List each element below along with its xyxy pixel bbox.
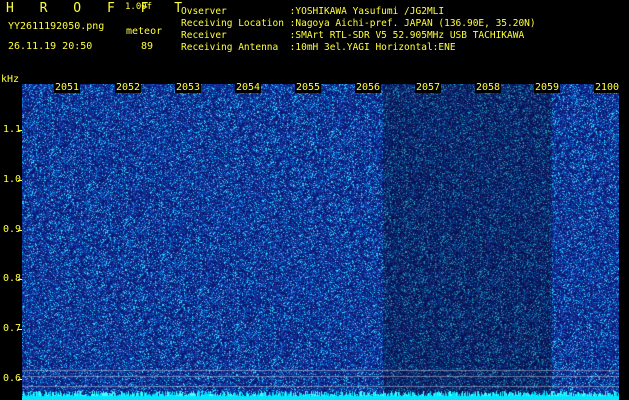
time-axis-label: 2055: [295, 82, 322, 93]
image-filename: YY2611192050.png: [8, 21, 105, 32]
spectrogram-plot: [22, 84, 619, 400]
meteor-count: 89: [141, 41, 154, 52]
hroft-spectrogram-display: H R O F F T 1.00f YY2611192050.png meteo…: [0, 0, 629, 400]
time-axis-label: 2056: [355, 82, 382, 93]
receiver-info: Receiver :SMArt RTL-SDR V5 52.905MHz USB…: [181, 30, 525, 41]
observer-info: Ovserver :YOSHIKAWA Yasufumi /JG2MLI: [181, 6, 445, 17]
app-title: H R O F F T: [6, 1, 192, 16]
meteor-label: meteor: [126, 26, 163, 37]
time-axis-label: 2053: [175, 82, 202, 93]
time-axis-label: 2059: [534, 82, 561, 93]
antenna-info: Receiving Antenna :10mH 3el.YAGI Horizon…: [181, 42, 456, 53]
time-axis-label: 2058: [475, 82, 502, 93]
location-info: Receiving Location :Nagoya Aichi-pref. J…: [181, 18, 536, 29]
time-axis-label: 2052: [115, 82, 142, 93]
time-axis-label: 2054: [235, 82, 262, 93]
y-axis-unit: kHz: [1, 74, 20, 85]
app-version: 1.00f: [125, 2, 153, 12]
capture-datetime: 26.11.19 20:50: [8, 41, 93, 52]
time-axis-label: 2100: [594, 82, 621, 93]
time-axis-label: 2057: [415, 82, 442, 93]
time-axis-label: 2051: [54, 82, 81, 93]
